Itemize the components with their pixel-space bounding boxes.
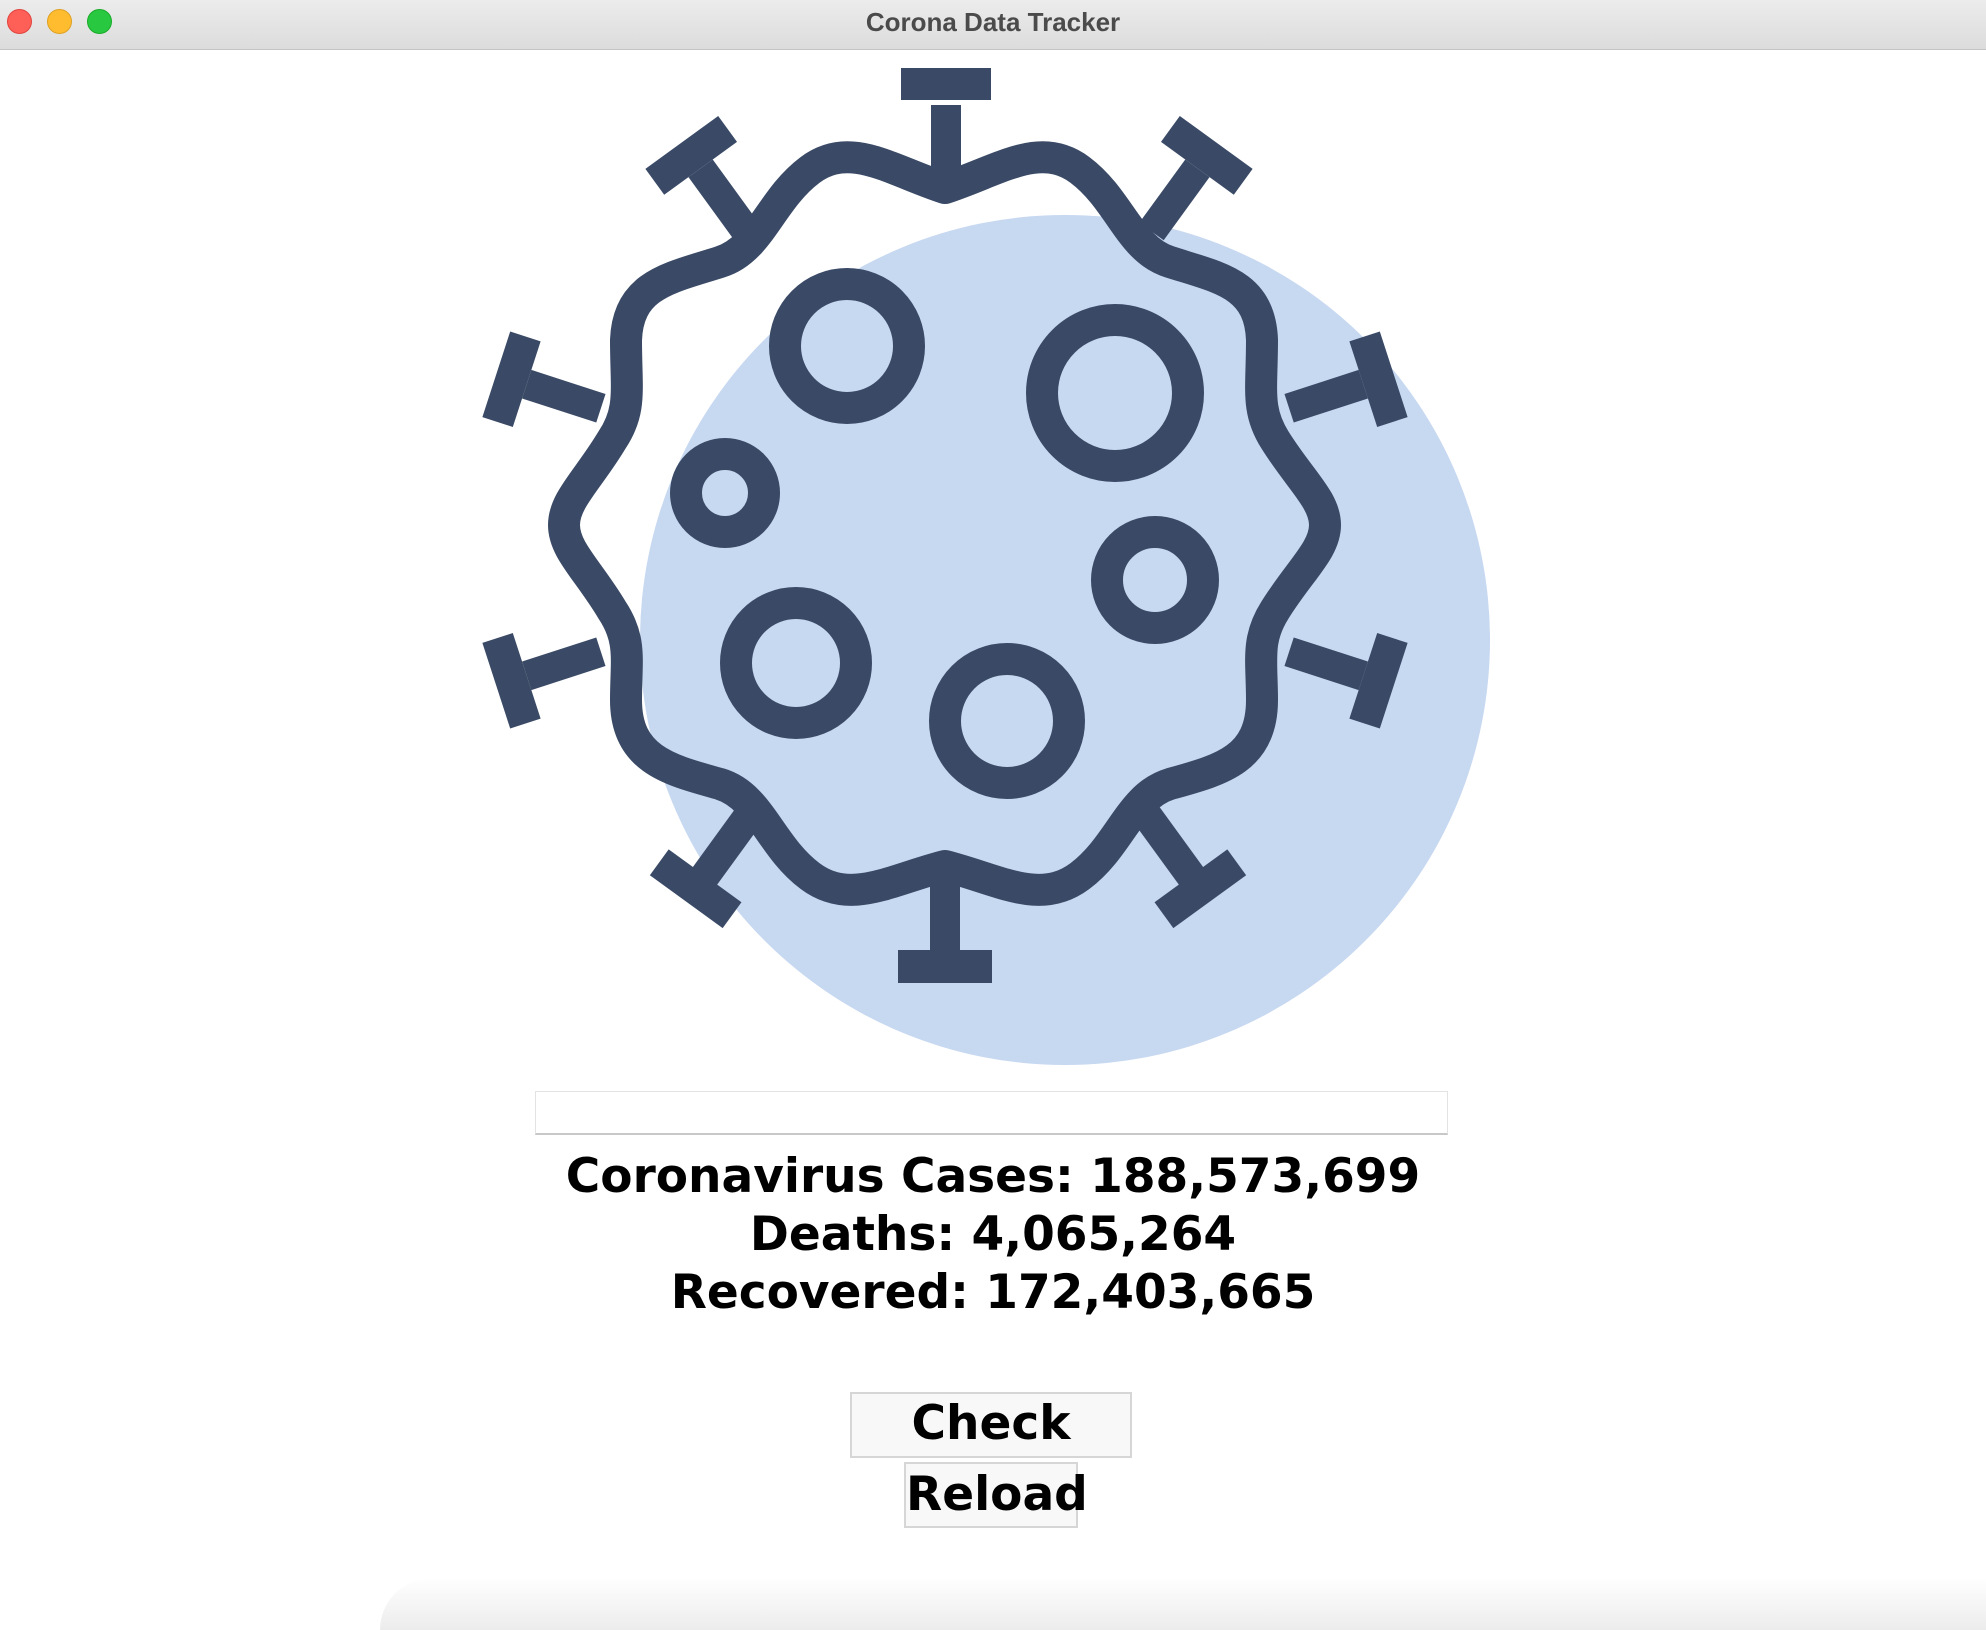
check-data-button[interactable]: Check Data [850, 1392, 1132, 1511]
window-title: Corona Data Tracker [865, 7, 1121, 37]
reload-button[interactable]: Reload [904, 1462, 1088, 1528]
title-bar: Corona Data Tracker [0, 0, 1986, 50]
recovered-label: Recovered: 172,403,665 [670, 1265, 1316, 1320]
cases-label: Coronavirus Cases: 188,573,699 [565, 1149, 1421, 1204]
coronavirus-icon [482, 68, 1490, 1065]
window-shadow [380, 1578, 1986, 1630]
stats-panel: Coronavirus Cases: 188,573,699 Deaths: 4… [0, 1148, 1986, 1322]
country-input[interactable] [535, 1091, 1448, 1135]
deaths-label: Deaths: 4,065,264 [749, 1207, 1237, 1262]
app-window: Corona Data Tracker Coronavirus Cases: 1… [0, 0, 1986, 1630]
